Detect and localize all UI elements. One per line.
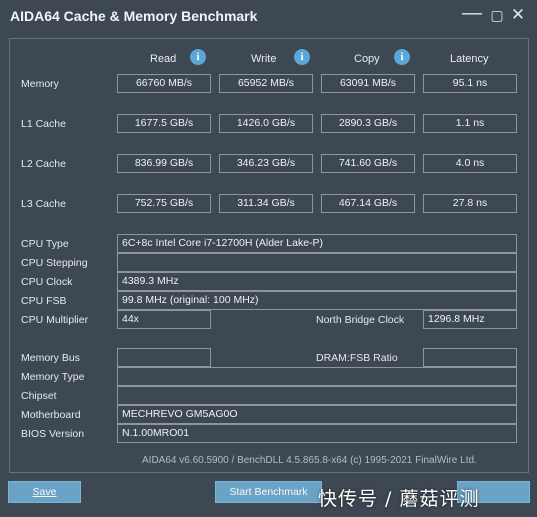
- cpu-fsb-label: CPU FSB: [21, 295, 67, 307]
- chipset-label: Chipset: [21, 390, 57, 402]
- benchmark-window: AIDA64 Cache & Memory Benchmark — ▢ ✕ Re…: [0, 0, 537, 517]
- write-header: Write: [251, 53, 277, 65]
- window-title: AIDA64 Cache & Memory Benchmark: [10, 8, 258, 24]
- latency-header: Latency: [450, 53, 489, 65]
- cpu-multiplier-value: 44x: [117, 310, 211, 329]
- bios-version-label: BIOS Version: [21, 428, 85, 440]
- dram-fsb-ratio-label: DRAM:FSB Ratio: [316, 352, 398, 364]
- north-bridge-clock-value: 1296.8 MHz: [423, 310, 517, 329]
- l1-latency-value: 1.1 ns: [423, 114, 517, 133]
- l2-label: L2 Cache: [21, 158, 66, 170]
- l1-label: L1 Cache: [21, 118, 66, 130]
- l1-copy-value: 2890.3 GB/s: [321, 114, 415, 133]
- close-icon[interactable]: ✕: [506, 4, 530, 26]
- motherboard-label: Motherboard: [21, 409, 81, 421]
- l1-read-value: 1677.5 GB/s: [117, 114, 211, 133]
- l3-label: L3 Cache: [21, 198, 66, 210]
- chipset-value: [117, 386, 517, 405]
- cpu-type-label: CPU Type: [21, 238, 69, 250]
- read-info-icon[interactable]: i: [190, 49, 206, 65]
- minimize-icon[interactable]: —: [460, 3, 484, 26]
- cpu-stepping-value: [117, 253, 517, 272]
- l2-read-value: 836.99 GB/s: [117, 154, 211, 173]
- l3-write-value: 311.34 GB/s: [219, 194, 313, 213]
- memory-type-value: [117, 367, 517, 386]
- save-button[interactable]: Save: [8, 481, 81, 503]
- l3-copy-value: 467.14 GB/s: [321, 194, 415, 213]
- copy-info-icon[interactable]: i: [394, 49, 410, 65]
- l3-read-value: 752.75 GB/s: [117, 194, 211, 213]
- copy-header: Copy: [354, 53, 380, 65]
- memory-copy-value: 63091 MB/s: [321, 74, 415, 93]
- cpu-type-value: 6C+8c Intel Core i7-12700H (Alder Lake-P…: [117, 234, 517, 253]
- memory-write-value: 65952 MB/s: [219, 74, 313, 93]
- cpu-clock-label: CPU Clock: [21, 276, 73, 288]
- memory-read-value: 66760 MB/s: [117, 74, 211, 93]
- motherboard-value: MECHREVO GM5AG0O: [117, 405, 517, 424]
- memory-label: Memory: [21, 78, 59, 90]
- write-info-icon[interactable]: i: [294, 49, 310, 65]
- memory-bus-value: [117, 348, 211, 367]
- l1-write-value: 1426.0 GB/s: [219, 114, 313, 133]
- cpu-stepping-label: CPU Stepping: [21, 257, 88, 269]
- watermark: 快传号 / 蘑菇评测: [318, 488, 480, 510]
- memory-bus-label: Memory Bus: [21, 352, 80, 364]
- start-benchmark-button[interactable]: Start Benchmark: [215, 481, 322, 503]
- title-bar: AIDA64 Cache & Memory Benchmark — ▢ ✕: [0, 0, 537, 32]
- bios-version-value: N.1.00MRO01: [117, 424, 517, 443]
- version-footer: AIDA64 v6.60.5900 / BenchDLL 4.5.865.8-x…: [142, 455, 477, 466]
- l2-write-value: 346.23 GB/s: [219, 154, 313, 173]
- l3-latency-value: 27.8 ns: [423, 194, 517, 213]
- read-header: Read: [150, 53, 177, 65]
- save-button-label: Save: [32, 486, 57, 498]
- cpu-fsb-value: 99.8 MHz (original: 100 MHz): [117, 291, 517, 310]
- l2-latency-value: 4.0 ns: [423, 154, 517, 173]
- memory-type-label: Memory Type: [21, 371, 85, 383]
- north-bridge-clock-label: North Bridge Clock: [316, 314, 405, 326]
- l2-copy-value: 741.60 GB/s: [321, 154, 415, 173]
- memory-latency-value: 95.1 ns: [423, 74, 517, 93]
- cpu-multiplier-label: CPU Multiplier: [21, 314, 89, 326]
- cpu-clock-value: 4389.3 MHz: [117, 272, 517, 291]
- dram-fsb-ratio-value: [423, 348, 517, 367]
